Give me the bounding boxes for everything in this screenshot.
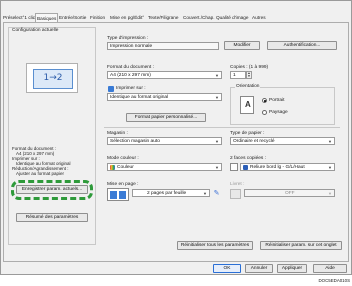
copies-input[interactable]: 1 [230, 71, 246, 79]
settings-panel: Configuration actuelle 1→2 Format du doc… [3, 22, 349, 262]
duplex-value: Reliure bord lg - G/L/Haut [250, 165, 305, 170]
color-mode-value: Couleur [117, 165, 134, 170]
paper-type-select[interactable]: Ordinaire et recyclé ▼ [230, 137, 335, 145]
image-code-label: DOC5EDA010S [318, 278, 350, 283]
job-type-edit-button[interactable]: Modifier [224, 41, 260, 50]
copies-value: 1 [233, 73, 236, 78]
separator [104, 127, 340, 128]
orientation-label: Orientation [235, 84, 261, 90]
current-config-label: Configuration actuelle [12, 28, 59, 33]
binding-edge-icon [243, 165, 248, 170]
chevron-down-icon: ▼ [203, 191, 207, 196]
chevron-down-icon: ▼ [215, 73, 219, 78]
tab-one-click-presets[interactable]: Préselect°1 clic [2, 14, 36, 22]
copies-stepper[interactable]: ▲ ▼ [246, 71, 252, 79]
tab-others[interactable]: Autres [251, 14, 267, 22]
tab-basic[interactable]: Basiques [35, 13, 59, 22]
doc-size-select[interactable]: A4 (210 x 297 mm) ▼ [107, 71, 222, 79]
layout-select[interactable]: 2 pages par feuille ▼ [132, 189, 210, 197]
preview-image: 1→2 [26, 63, 78, 93]
booklet-value: OFF [285, 191, 295, 196]
ok-button[interactable]: OK [213, 264, 241, 273]
duplex-page-icon [230, 163, 238, 171]
apply-button[interactable]: Appliquer [277, 264, 307, 273]
reset-tab-button[interactable]: Réinitialiser param. sur cet onglet [260, 241, 342, 250]
layout-preview-icon [107, 188, 129, 201]
doc-size-value: A4 (210 x 297 mm) [110, 73, 151, 78]
portrait-label: Portrait [269, 98, 285, 103]
chevron-down-icon: ▼ [215, 165, 219, 170]
custom-paper-size-button[interactable]: Format papier personnalisé... [126, 113, 206, 122]
portrait-radio[interactable] [262, 98, 267, 103]
help-button[interactable]: Aide [313, 264, 347, 273]
booklet-label: Livret : [230, 182, 245, 187]
paper-type-value: Ordinaire et recyclé [233, 139, 275, 144]
duplex-select[interactable]: Reliure bord lg - G/L/Haut ▼ [240, 163, 335, 171]
color-mode-select[interactable]: Couleur ▼ [107, 163, 222, 171]
settings-summary-button[interactable]: Résumé des paramètres [16, 213, 88, 222]
job-type-select[interactable]: Impression normale [107, 42, 219, 50]
chevron-down-icon: ▼ [328, 165, 332, 170]
tab-input-output[interactable]: Entrée/Sortie [58, 14, 87, 22]
preview-2up-label: 1→2 [43, 73, 63, 83]
tab-image-quality[interactable]: Qualité d'image [215, 14, 249, 22]
tab-text-watermark[interactable]: Texte/Filigrane [147, 14, 179, 22]
chevron-down-icon: ▼ [328, 191, 332, 196]
print-on-label: Imprimer sur : [116, 86, 146, 91]
tab-finishing[interactable]: Finition [89, 14, 106, 22]
tray-value: Sélection magasin auto [110, 139, 160, 144]
tray-select[interactable]: Sélection magasin auto ▼ [107, 137, 222, 145]
print-on-icon [108, 86, 114, 92]
pencil-icon[interactable]: ✎ [212, 189, 221, 198]
print-on-value: Identique au format original [110, 95, 169, 100]
stepper-down-icon[interactable]: ▼ [247, 75, 251, 78]
print-on-select[interactable]: Identique au format original ▼ [107, 93, 222, 101]
printer-properties-window: Préselect°1 clic Basiques Entrée/Sortie … [0, 0, 352, 275]
chevron-down-icon: ▼ [215, 139, 219, 144]
tab-layout[interactable]: Mise en pg/Édit° [109, 14, 145, 22]
landscape-radio[interactable] [262, 110, 267, 115]
color-palette-icon [110, 165, 115, 170]
chevron-down-icon: ▼ [215, 95, 219, 100]
landscape-label: Paysage [269, 110, 288, 115]
cancel-button[interactable]: Annuler [245, 264, 273, 273]
chevron-down-icon: ▼ [328, 139, 332, 144]
booklet-select: OFF ▼ [244, 189, 335, 197]
job-type-value: Impression normale [110, 44, 153, 49]
layout-value: 2 pages par feuille [147, 191, 187, 196]
tab-covers[interactable]: Couvert./Chap. [182, 14, 216, 22]
summary-line: Ajuster au format papier [16, 171, 65, 176]
reset-all-button[interactable]: Réinitialiser tous les paramètres [177, 241, 253, 250]
duplex-label: 2 faces copiées : [230, 156, 266, 161]
portrait-page-icon: A [240, 96, 254, 114]
save-current-settings-button[interactable]: Enregistrer param. actuels... [16, 185, 88, 194]
booklet-icon [230, 189, 241, 199]
color-mode-label: Mode couleur : [107, 156, 139, 161]
authentication-button[interactable]: Authentification... [267, 41, 337, 50]
